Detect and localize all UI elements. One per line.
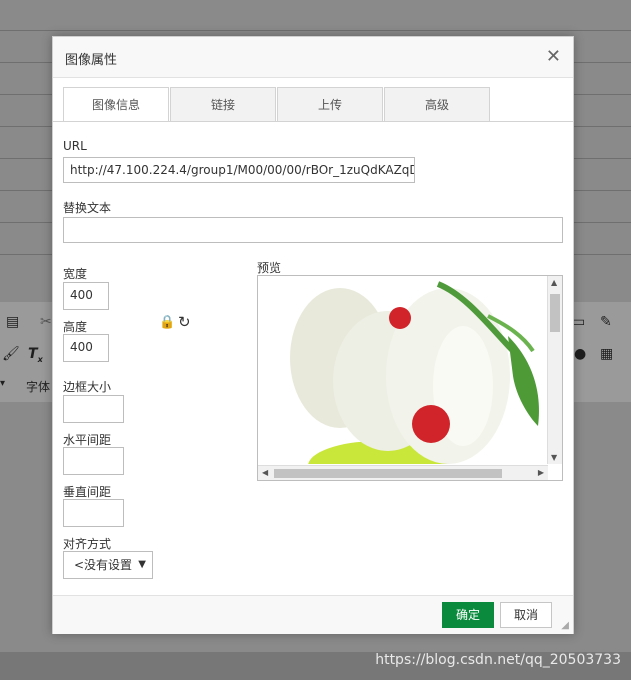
width-label: 宽度 [63,267,88,281]
border-label: 边框大小 [63,380,112,394]
vspace-input[interactable] [63,499,124,527]
alt-text-input[interactable] [63,217,563,243]
watermark-text: https://blog.csdn.net/qq_20503733 [375,652,621,668]
tab-advanced[interactable]: 高级 [384,87,490,121]
cut-icon[interactable]: ✂ [40,314,52,330]
align-label: 对齐方式 [63,537,112,551]
alt-text-label: 替换文本 [63,201,112,215]
tab-upload[interactable]: 上传 [277,87,383,121]
remove-format-icon[interactable]: Tx [28,346,43,364]
reset-size-icon[interactable]: ↻ [178,313,191,331]
height-input[interactable]: 400 [63,334,109,362]
preview-label: 预览 [257,261,282,275]
resize-handle-icon[interactable]: ◢ [561,620,569,631]
tab-link[interactable]: 链接 [170,87,276,121]
scroll-thumb[interactable] [550,294,560,332]
paint-brush-icon[interactable]: 🖌 [2,346,20,362]
close-icon[interactable]: ✕ [546,46,561,67]
width-input[interactable]: 400 [63,282,109,310]
height-label: 高度 [63,320,88,334]
scroll-up-icon[interactable]: ▲ [551,278,557,287]
table-icon[interactable]: ▦ [600,346,613,362]
preview-pane: ▲ ▼ ◀ ▶ [257,275,563,481]
font-dropdown-label[interactable]: 字体 [26,378,50,395]
melon-image [290,281,539,480]
align-select[interactable]: <没有设置 ▼ [63,551,153,579]
lock-ratio-icon[interactable]: 🔒 [159,315,175,330]
hspace-label: 水平间距 [63,433,112,447]
backdrop-line [0,30,631,31]
dialog-header: 图像属性 ✕ [53,37,573,78]
border-input[interactable] [63,395,124,423]
scroll-right-icon[interactable]: ▶ [538,468,544,477]
tab-image-info[interactable]: 图像信息 [63,87,169,122]
scroll-thumb[interactable] [274,469,502,478]
dialog-title: 图像属性 [65,53,118,68]
dialog-footer: 确定 取消 ◢ [53,595,573,634]
tab-divider [53,121,573,122]
cancel-button[interactable]: 取消 [500,602,552,628]
preview-vertical-scrollbar[interactable]: ▲ ▼ [547,276,562,464]
preview-horizontal-scrollbar[interactable]: ◀ ▶ [258,465,548,480]
ok-button[interactable]: 确定 [442,602,494,628]
hspace-input[interactable] [63,447,124,475]
flash-icon[interactable]: ● [574,346,586,362]
vspace-label: 垂直间距 [63,485,112,499]
align-selected-value: <没有设置 [74,558,133,572]
scroll-down-icon[interactable]: ▼ [551,453,557,462]
url-label: URL [63,139,87,153]
url-input[interactable]: http://47.100.224.4/group1/M00/00/00/rBO… [63,157,415,183]
dropdown-arrow-icon[interactable]: ▾ [0,378,5,389]
edit-icon[interactable]: ✎ [600,314,612,330]
chevron-down-icon: ▼ [138,559,146,570]
image-properties-dialog: 图像属性 ✕ 图像信息 链接 上传 高级 URL http://47.100.2… [52,36,574,634]
scroll-left-icon[interactable]: ◀ [262,468,268,477]
document-icon[interactable]: ▤ [6,314,19,330]
